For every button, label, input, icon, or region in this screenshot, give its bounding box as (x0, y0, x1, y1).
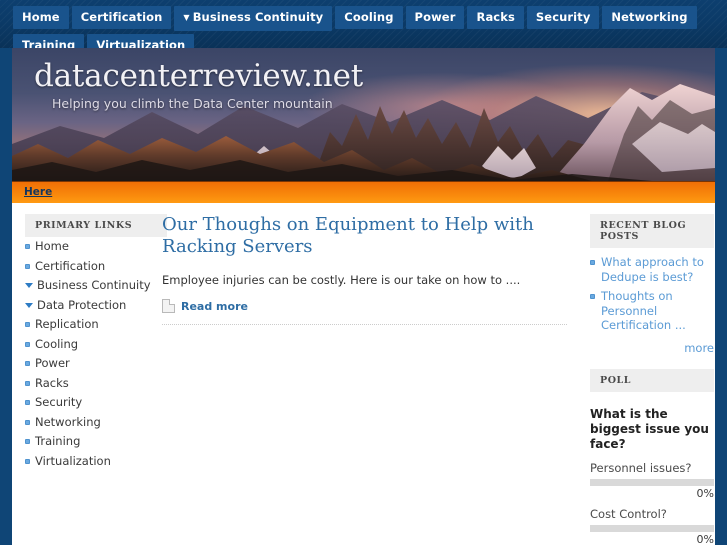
poll-question: What is the biggest issue you face? (590, 406, 709, 451)
sidebar-item-security[interactable]: Security (25, 393, 167, 413)
site-banner: datacenterreview.net Helping you climb t… (12, 48, 715, 181)
nav-item-home[interactable]: Home (13, 6, 69, 29)
poll-choices: Personnel issues?0%Cost Control?0%Managi… (590, 461, 714, 545)
sidebar-item-training[interactable]: Training (25, 432, 167, 452)
triangle-down-icon (25, 283, 33, 288)
sidebar-item-label[interactable]: Networking (35, 415, 101, 429)
sidebar-item-label[interactable]: Cooling (35, 337, 78, 351)
poll-result-bar (590, 524, 714, 532)
bullet-icon (25, 322, 30, 327)
document-icon (162, 299, 175, 313)
poll-body: What is the biggest issue you face? Pers… (590, 392, 714, 545)
bullet-icon (25, 419, 30, 425)
read-more-row: Read more (162, 299, 567, 325)
article-title[interactable]: Our Thoughs on Equipment to Help with Ra… (162, 214, 567, 258)
primary-navigation-bar: Home Certification ▼ Business Continuity Coo… (0, 0, 727, 57)
chevron-down-icon: ▼ (183, 13, 190, 22)
content-columns: Primary links Home Certification Business … (12, 203, 715, 545)
recent-blog-posts-list: What approach to Dedupe is best? Thoughts… (590, 255, 714, 338)
breadcrumb-bar: Here (12, 181, 715, 203)
bullet-icon (590, 294, 595, 299)
bullet-icon (25, 263, 30, 269)
bullet-icon (25, 244, 30, 249)
sidebar-item-label[interactable]: Business Continuity (37, 278, 151, 292)
nav-item-label: Business Continuity (192, 10, 324, 24)
nav-item-security[interactable]: Security (526, 6, 600, 29)
sidebar-item-data-protection[interactable]: Data Protection (25, 296, 167, 316)
bullet-icon (25, 439, 30, 444)
nav-item-power[interactable]: Power (405, 6, 465, 29)
nav-item-label: Security (535, 10, 591, 24)
sidebar-item-label[interactable]: Home (35, 239, 69, 253)
sidebar-item-virtualization[interactable]: Virtualization (25, 452, 167, 472)
bullet-icon (25, 341, 30, 347)
bullet-icon (25, 361, 30, 366)
recent-blog-posts-body: What approach to Dedupe is best? Thoughts… (590, 248, 714, 355)
sidebar-item-label[interactable]: Virtualization (35, 454, 111, 468)
nav-item-label: Certification (80, 10, 163, 24)
bullet-icon (590, 260, 595, 265)
sidebar-item-label[interactable]: Training (35, 434, 80, 448)
site-title[interactable]: datacenterreview.net (34, 58, 363, 94)
recent-blog-posts-block: Recent blog posts What approach to Dedup… (590, 214, 714, 355)
blog-post-link[interactable]: Thoughts on Personnel Certification ... (601, 289, 686, 332)
sidebar-item-label[interactable]: Certification (35, 259, 105, 273)
nav-item-label: Networking (611, 10, 688, 24)
sidebar-item-replication[interactable]: Replication (25, 315, 167, 335)
list-item[interactable]: What approach to Dedupe is best? (590, 255, 714, 289)
sidebar-item-cooling[interactable]: Cooling (25, 335, 167, 355)
left-sidebar: Primary links Home Certification Business … (25, 214, 167, 471)
banner-text-group: datacenterreview.net Helping you climb t… (34, 58, 363, 111)
sidebar-item-certification[interactable]: Certification (25, 257, 167, 277)
poll-choice-label: Cost Control? (590, 506, 667, 521)
sidebar-item-power[interactable]: Power (25, 354, 167, 374)
bullet-icon (25, 458, 30, 464)
nav-item-networking[interactable]: Networking (602, 6, 697, 29)
poll-percent-label: 0% (696, 486, 714, 500)
primary-links-list: Home Certification Business Continuity Data… (25, 237, 167, 471)
more-blog-posts-link[interactable]: more (590, 338, 714, 355)
bullet-icon (25, 400, 30, 405)
nav-item-racks[interactable]: Racks (467, 6, 524, 29)
page-inner: datacenterreview.net Helping you climb t… (12, 48, 715, 545)
read-more-link[interactable]: Read more (181, 300, 248, 313)
poll-choice-row: Personnel issues? 0% (590, 461, 714, 500)
page-shell: datacenterreview.net Helping you climb t… (0, 48, 727, 545)
article-teaser: Employee injuries can be costly. Here is… (162, 273, 521, 287)
sidebar-item-label[interactable]: Data Protection (37, 298, 126, 312)
sidebar-item-networking[interactable]: Networking (25, 413, 167, 433)
nav-item-label: Home (22, 10, 60, 24)
nav-item-cooling[interactable]: Cooling (335, 6, 403, 29)
bullet-icon (25, 380, 30, 386)
poll-choice-label: Personnel issues? (590, 460, 692, 475)
poll-result-bar (590, 478, 714, 486)
blog-post-link[interactable]: What approach to Dedupe is best? (601, 255, 704, 284)
nav-item-label: Power (414, 10, 456, 24)
sidebar-item-business-continuity[interactable]: Business Continuity (25, 276, 167, 296)
primary-links-block-title: Primary links (25, 214, 167, 237)
site-slogan: Helping you climb the Data Center mounta… (52, 96, 333, 111)
sidebar-item-home[interactable]: Home (25, 237, 167, 257)
sidebar-item-racks[interactable]: Racks (25, 374, 167, 394)
sidebar-item-label[interactable]: Security (35, 395, 82, 409)
poll-choice-row: Cost Control? 0% (590, 507, 714, 545)
page-root: Home Certification ▼ Business Continuity Coo… (0, 0, 727, 545)
poll-block-title: Poll (590, 368, 714, 392)
main-content: Our Thoughs on Equipment to Help with Ra… (162, 214, 567, 325)
sidebar-item-label[interactable]: Racks (35, 376, 69, 390)
nav-item-business-continuity[interactable]: ▼ Business Continuity (174, 6, 333, 31)
sidebar-item-label[interactable]: Power (35, 356, 70, 370)
recent-blog-posts-title: Recent blog posts (590, 214, 714, 248)
nav-item-label: Racks (476, 10, 515, 24)
right-sidebar: Recent blog posts What approach to Dedup… (590, 214, 714, 545)
breadcrumb-link-here[interactable]: Here (24, 186, 52, 198)
poll-percent-label: 0% (696, 532, 714, 545)
nav-item-certification[interactable]: Certification (71, 6, 172, 29)
list-item[interactable]: Thoughts on Personnel Certification ... (590, 289, 714, 338)
poll-block: Poll What is the biggest issue you face?… (590, 368, 714, 545)
triangle-down-icon (25, 302, 33, 308)
nav-item-label: Cooling (344, 10, 394, 24)
sidebar-item-label[interactable]: Replication (35, 317, 99, 331)
